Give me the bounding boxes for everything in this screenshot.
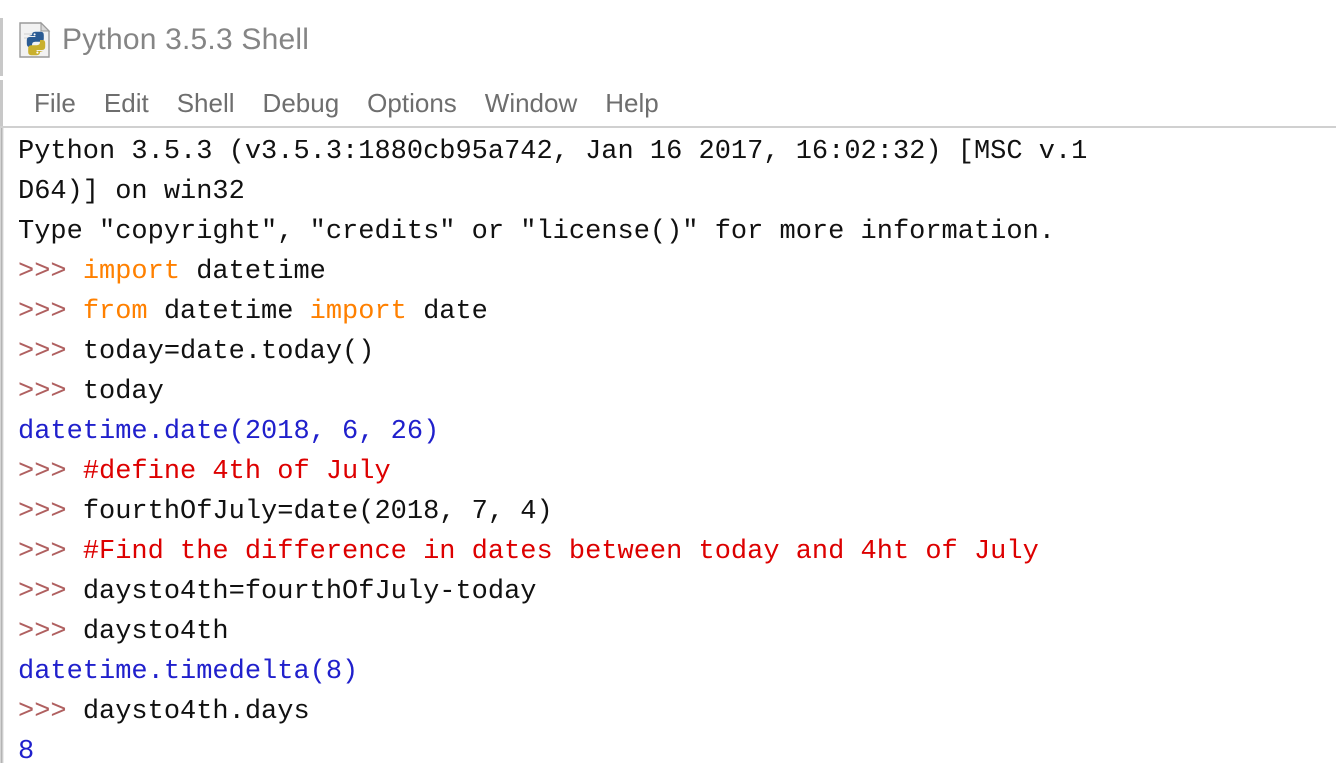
menu-item-help[interactable]: Help xyxy=(591,88,672,119)
input-daysto4th-days-prompt-0: >>> xyxy=(18,697,83,727)
menu-item-shell[interactable]: Shell xyxy=(163,88,249,119)
input-from-datetime-import-date: >>> from datetime import date xyxy=(18,292,1336,332)
banner-line-2: D64)] on win32 xyxy=(18,172,1336,212)
title-bar: Python 3.5.3 Shell xyxy=(0,0,1336,80)
window-title: Python 3.5.3 Shell xyxy=(62,23,310,56)
input-daysto4th-days-normal-1: daysto4th.days xyxy=(82,697,310,727)
input-from-datetime-import-date-keyword-1: from xyxy=(82,297,148,327)
input-today-assign: >>> today=date.today() xyxy=(18,332,1336,372)
menu-bar: File Edit Shell Debug Options Window Help xyxy=(0,80,1336,128)
input-import-datetime-keyword-1: import xyxy=(82,257,181,287)
input-daysto4th-assign-prompt-0: >>> xyxy=(18,577,83,607)
menu-bar-left-edge xyxy=(0,80,3,126)
comment-find-difference-comment-1: #Find the difference in dates between to… xyxy=(82,537,1039,567)
menu-item-window[interactable]: Window xyxy=(471,88,591,119)
comment-find-difference: >>> #Find the difference in dates betwee… xyxy=(18,532,1336,572)
input-import-datetime-prompt-0: >>> xyxy=(18,257,83,287)
input-daysto4th-eval: >>> daysto4th xyxy=(18,612,1336,652)
input-daysto4th-assign-normal-1: daysto4th=fourthOfJuly-today xyxy=(82,577,537,607)
input-fourthofjuly: >>> fourthOfJuly=date(2018, 7, 4) xyxy=(18,492,1336,532)
input-daysto4th-eval-prompt-0: >>> xyxy=(18,617,83,647)
input-daysto4th-days: >>> daysto4th.days xyxy=(18,692,1336,732)
menu-item-edit[interactable]: Edit xyxy=(90,88,163,119)
shell-text-area[interactable]: Python 3.5.3 (v3.5.3:1880cb95a742, Jan 1… xyxy=(0,128,1336,763)
banner-line-2-normal-0: D64)] on win32 xyxy=(18,177,245,207)
banner-line-3: Type "copyright", "credits" or "license(… xyxy=(18,212,1336,252)
input-today-eval-normal-1: today xyxy=(82,377,164,407)
python-idle-icon xyxy=(18,21,52,59)
menu-item-file[interactable]: File xyxy=(20,88,90,119)
input-from-datetime-import-date-normal-2: datetime xyxy=(147,297,310,327)
output-date: datetime.date(2018, 6, 26) xyxy=(18,412,1336,452)
input-today-eval-prompt-0: >>> xyxy=(18,377,83,407)
output-8-output-0: 8 xyxy=(18,737,35,763)
python-shell-window: Python 3.5.3 Shell File Edit Shell Debug Opt… xyxy=(0,0,1336,763)
window-left-edge xyxy=(0,18,3,76)
input-import-datetime: >>> import datetime xyxy=(18,252,1336,292)
menu-item-debug[interactable]: Debug xyxy=(249,88,354,119)
input-from-datetime-import-date-prompt-0: >>> xyxy=(18,297,83,327)
comment-define-4th-prompt-0: >>> xyxy=(18,457,83,487)
shell-left-border xyxy=(0,128,4,763)
input-daysto4th-eval-normal-1: daysto4th xyxy=(82,617,229,647)
banner-line-1-normal-0: Python 3.5.3 (v3.5.3:1880cb95a742, Jan 1… xyxy=(18,137,1088,167)
comment-define-4th-comment-1: #define 4th of July xyxy=(82,457,391,487)
output-date-output-0: datetime.date(2018, 6, 26) xyxy=(18,417,440,447)
input-from-datetime-import-date-normal-4: date xyxy=(406,297,488,327)
banner-line-3-normal-0: Type "copyright", "credits" or "license(… xyxy=(18,217,1055,247)
input-daysto4th-assign: >>> daysto4th=fourthOfJuly-today xyxy=(18,572,1336,612)
input-today-assign-prompt-0: >>> xyxy=(18,337,83,367)
comment-find-difference-prompt-0: >>> xyxy=(18,537,83,567)
output-timedelta-output-0: datetime.timedelta(8) xyxy=(18,657,359,687)
output-timedelta: datetime.timedelta(8) xyxy=(18,652,1336,692)
output-8: 8 xyxy=(18,732,1336,763)
input-today-eval: >>> today xyxy=(18,372,1336,412)
banner-line-1: Python 3.5.3 (v3.5.3:1880cb95a742, Jan 1… xyxy=(18,132,1336,172)
input-today-assign-normal-1: today=date.today() xyxy=(82,337,375,367)
input-import-datetime-normal-2: datetime xyxy=(180,257,326,287)
input-from-datetime-import-date-keyword-3: import xyxy=(309,297,407,327)
comment-define-4th: >>> #define 4th of July xyxy=(18,452,1336,492)
input-fourthofjuly-normal-1: fourthOfJuly=date(2018, 7, 4) xyxy=(82,497,553,527)
menu-item-options[interactable]: Options xyxy=(353,88,471,119)
input-fourthofjuly-prompt-0: >>> xyxy=(18,497,83,527)
